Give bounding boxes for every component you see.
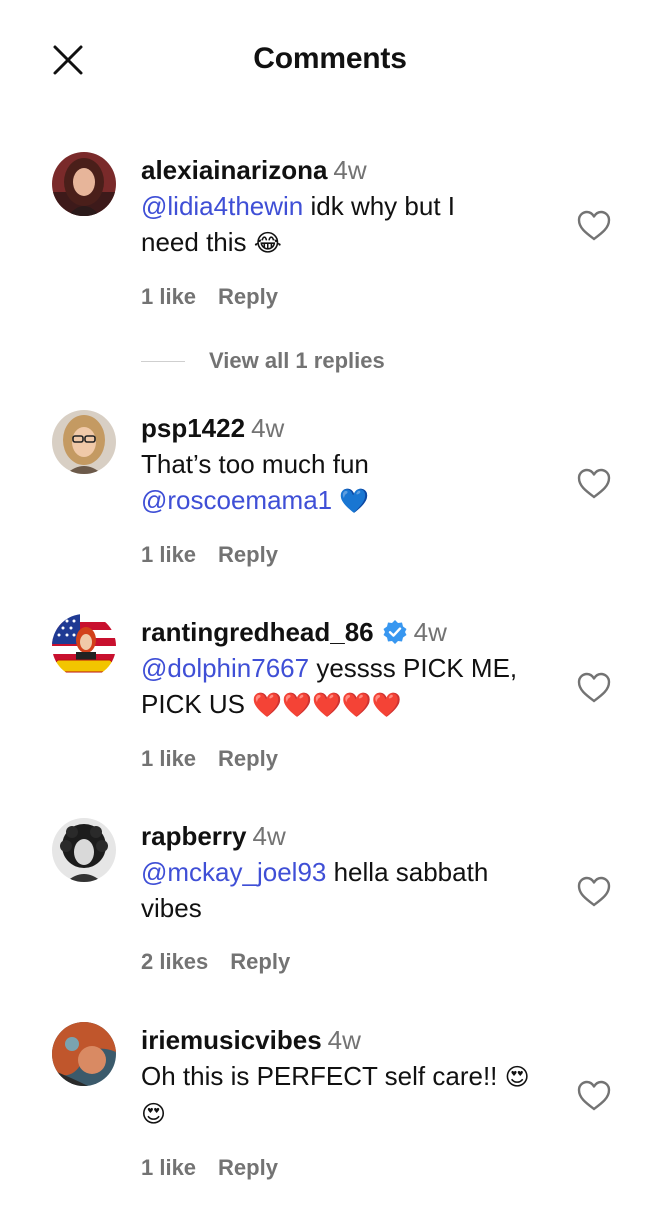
- reply-button[interactable]: Reply: [218, 542, 278, 567]
- comment-body: rantingredhead_86 4w @dolphin7667 yessss …: [141, 614, 561, 774]
- avatar[interactable]: [52, 410, 116, 474]
- heart-outline-icon: [577, 468, 611, 499]
- verified-badge-icon: [383, 620, 407, 644]
- comment-text: @lidia4thewin idk why but I need this 😂: [141, 188, 561, 261]
- likes-count[interactable]: 1 like: [141, 542, 196, 567]
- like-button[interactable]: [576, 1078, 612, 1114]
- mention-link[interactable]: @mckay_joel93: [141, 857, 326, 887]
- comment-time: 4w: [251, 413, 285, 443]
- comment-text-part: yessss PICK ME,: [309, 653, 518, 683]
- reply-button[interactable]: Reply: [230, 949, 290, 974]
- comment-username[interactable]: iriemusicvibes: [141, 1025, 322, 1055]
- comment-body: psp1422 4w That’s too much fun @roscoemam…: [141, 410, 561, 570]
- heart-eyes-emoji: 😍: [504, 1063, 530, 1091]
- heart-outline-icon: [577, 672, 611, 703]
- comment-text: @dolphin7667 yessss PICK ME, PICK US ❤️❤…: [141, 650, 561, 723]
- comment-username[interactable]: alexiainarizona: [141, 155, 327, 185]
- comment-text-part: That’s too much fun: [141, 449, 369, 479]
- comment-text-part: Oh this is PERFECT self care!!: [141, 1061, 498, 1091]
- laughing-emoji: 😂: [253, 229, 282, 257]
- avatar[interactable]: [52, 614, 116, 678]
- heart-outline-icon: [577, 1080, 611, 1111]
- comment-time: 4w: [327, 1025, 361, 1055]
- reply-button[interactable]: Reply: [218, 284, 278, 309]
- replies-divider: [141, 360, 185, 362]
- comment-text-part: PICK US: [141, 689, 246, 719]
- comment-time: 4w: [252, 821, 286, 851]
- heart-eyes-emoji: 😍: [141, 1100, 167, 1128]
- comment-text: That’s too much fun @roscoemama1 💙: [141, 446, 561, 519]
- header: Comments: [0, 0, 660, 120]
- mention-link[interactable]: @lidia4thewin: [141, 191, 303, 221]
- comment-body: rapberry 4w @mckay_joel93 hella sabbath v…: [141, 818, 561, 977]
- like-button[interactable]: [576, 208, 612, 244]
- likes-count[interactable]: 1 like: [141, 284, 196, 309]
- comment-username[interactable]: psp1422: [141, 413, 245, 443]
- comment-username[interactable]: rantingredhead_86: [141, 617, 374, 647]
- comment-text-part: idk why but I: [303, 191, 455, 221]
- red-hearts-emoji: ❤️❤️❤️❤️❤️: [252, 691, 402, 719]
- like-button[interactable]: [576, 670, 612, 706]
- mention-link[interactable]: @dolphin7667: [141, 653, 309, 683]
- comment-body: alexiainarizona 4w @lidia4thewin idk why …: [141, 152, 561, 312]
- view-replies-button[interactable]: View all 1 replies: [209, 348, 385, 374]
- reply-button[interactable]: Reply: [218, 1155, 278, 1180]
- page-title: Comments: [253, 42, 407, 75]
- reply-button[interactable]: Reply: [218, 746, 278, 771]
- comment-time: 4w: [333, 155, 367, 185]
- comment-text-part: need this: [141, 227, 247, 257]
- likes-count[interactable]: 1 like: [141, 1155, 196, 1180]
- comment-text-part: vibes: [141, 893, 202, 923]
- comment-text-part: hella sabbath: [326, 857, 489, 887]
- view-replies[interactable]: View all 1 replies: [141, 346, 385, 376]
- avatar[interactable]: [52, 1022, 116, 1086]
- comment-username[interactable]: rapberry: [141, 821, 247, 851]
- avatar[interactable]: [52, 818, 116, 882]
- avatar[interactable]: [52, 152, 116, 216]
- like-button[interactable]: [576, 466, 612, 502]
- comment-text: @mckay_joel93 hella sabbath vibes: [141, 854, 561, 926]
- like-button[interactable]: [576, 874, 612, 910]
- comment-time: 4w: [413, 617, 447, 647]
- comment-body: iriemusicvibes 4w Oh this is PERFECT self…: [141, 1022, 561, 1183]
- blue-heart-emoji: 💙: [339, 487, 370, 515]
- verified-badge: [382, 619, 408, 645]
- mention-link[interactable]: @roscoemama1: [141, 485, 332, 515]
- likes-count[interactable]: 2 likes: [141, 949, 208, 974]
- heart-outline-icon: [577, 876, 611, 907]
- heart-outline-icon: [577, 210, 611, 241]
- likes-count[interactable]: 1 like: [141, 746, 196, 771]
- comment-text: Oh this is PERFECT self care!! 😍 😍: [141, 1058, 561, 1132]
